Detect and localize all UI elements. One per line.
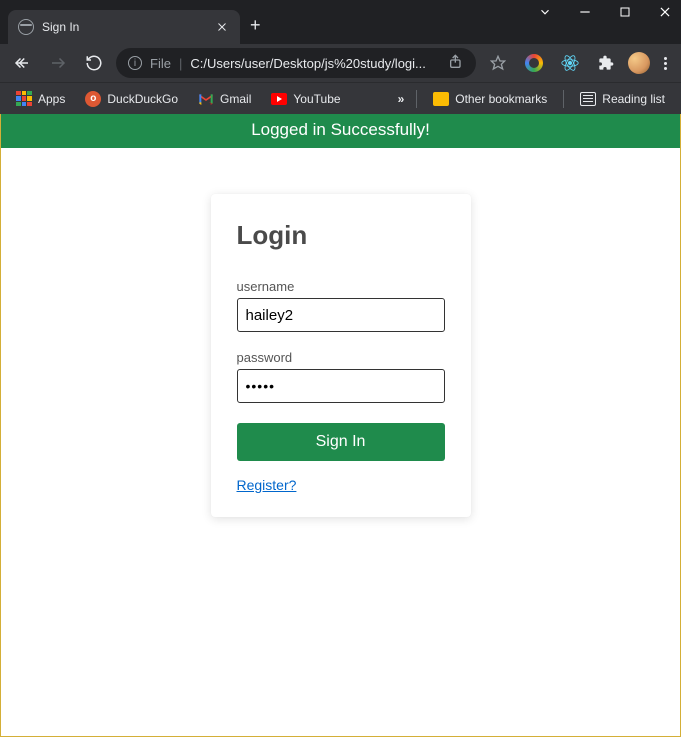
bookmark-youtube[interactable]: YouTube	[263, 88, 348, 110]
address-url: C:/Users/user/Desktop/js%20study/logi...	[190, 56, 440, 71]
window-titlebar	[0, 0, 681, 8]
bookmark-duckduckgo[interactable]: o DuckDuckGo	[77, 87, 186, 111]
tab-title: Sign In	[42, 20, 206, 34]
browser-tab[interactable]: Sign In	[8, 10, 240, 44]
login-title: Login	[237, 220, 445, 251]
browser-toolbar: i File | C:/Users/user/Desktop/js%20stud…	[0, 44, 681, 82]
extensions-icon[interactable]	[592, 49, 620, 77]
bookmark-star-icon[interactable]	[484, 49, 512, 77]
react-devtools-icon[interactable]	[556, 49, 584, 77]
extension-rainbow-icon[interactable]	[520, 49, 548, 77]
success-banner: Logged in Successfully!	[1, 114, 680, 148]
window-close-button[interactable]	[657, 4, 673, 20]
info-icon[interactable]: i	[128, 56, 142, 70]
username-label: username	[237, 279, 445, 294]
bookmark-label: DuckDuckGo	[107, 92, 178, 106]
reading-list-icon	[580, 92, 596, 106]
window-minimize-button[interactable]	[577, 4, 593, 20]
address-bar[interactable]: i File | C:/Users/user/Desktop/js%20stud…	[116, 48, 476, 78]
tab-close-button[interactable]	[214, 19, 230, 35]
bookmark-label: Reading list	[602, 92, 665, 106]
forward-button[interactable]	[44, 49, 72, 77]
address-scheme: File	[150, 56, 171, 71]
youtube-icon	[271, 93, 287, 105]
password-input[interactable]	[237, 369, 445, 403]
apps-grid-icon	[16, 91, 32, 107]
bookmark-label: Other bookmarks	[455, 92, 547, 106]
reload-button[interactable]	[80, 49, 108, 77]
duckduckgo-icon: o	[85, 91, 101, 107]
banner-message: Logged in Successfully!	[251, 120, 430, 139]
bookmarks-separator	[563, 90, 564, 108]
page-content: Logged in Successfully! Login username p…	[0, 114, 681, 737]
register-link[interactable]: Register?	[237, 477, 297, 493]
password-label: password	[237, 350, 445, 365]
signin-button[interactable]: Sign In	[237, 423, 445, 461]
bookmarks-overflow-button[interactable]: »	[394, 88, 409, 110]
bookmark-label: YouTube	[293, 92, 340, 106]
bookmark-label: Gmail	[220, 92, 251, 106]
username-input[interactable]	[237, 298, 445, 332]
folder-icon	[433, 92, 449, 106]
gmail-icon	[198, 93, 214, 105]
share-icon[interactable]	[448, 54, 464, 73]
other-bookmarks[interactable]: Other bookmarks	[425, 88, 555, 110]
reading-list[interactable]: Reading list	[572, 88, 673, 110]
back-button[interactable]	[8, 49, 36, 77]
window-maximize-button[interactable]	[617, 4, 633, 20]
bookmark-gmail[interactable]: Gmail	[190, 88, 259, 110]
bookmark-label: Apps	[38, 92, 65, 106]
window-dropdown-icon[interactable]	[537, 4, 553, 20]
profile-avatar[interactable]	[628, 52, 650, 74]
address-separator: |	[179, 56, 182, 71]
bookmark-apps[interactable]: Apps	[8, 87, 73, 111]
bookmarks-bar: Apps o DuckDuckGo Gmail YouTube » Other …	[0, 82, 681, 114]
bookmarks-separator	[416, 90, 417, 108]
globe-icon	[18, 19, 34, 35]
browser-menu-button[interactable]	[658, 51, 673, 76]
login-card: Login username password Sign In Register…	[211, 194, 471, 517]
new-tab-button[interactable]: +	[250, 15, 261, 36]
